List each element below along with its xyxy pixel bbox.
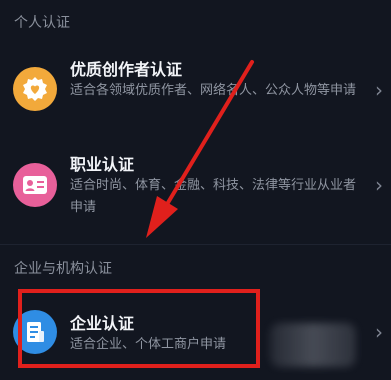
annotation-arrow (146, 60, 254, 238)
